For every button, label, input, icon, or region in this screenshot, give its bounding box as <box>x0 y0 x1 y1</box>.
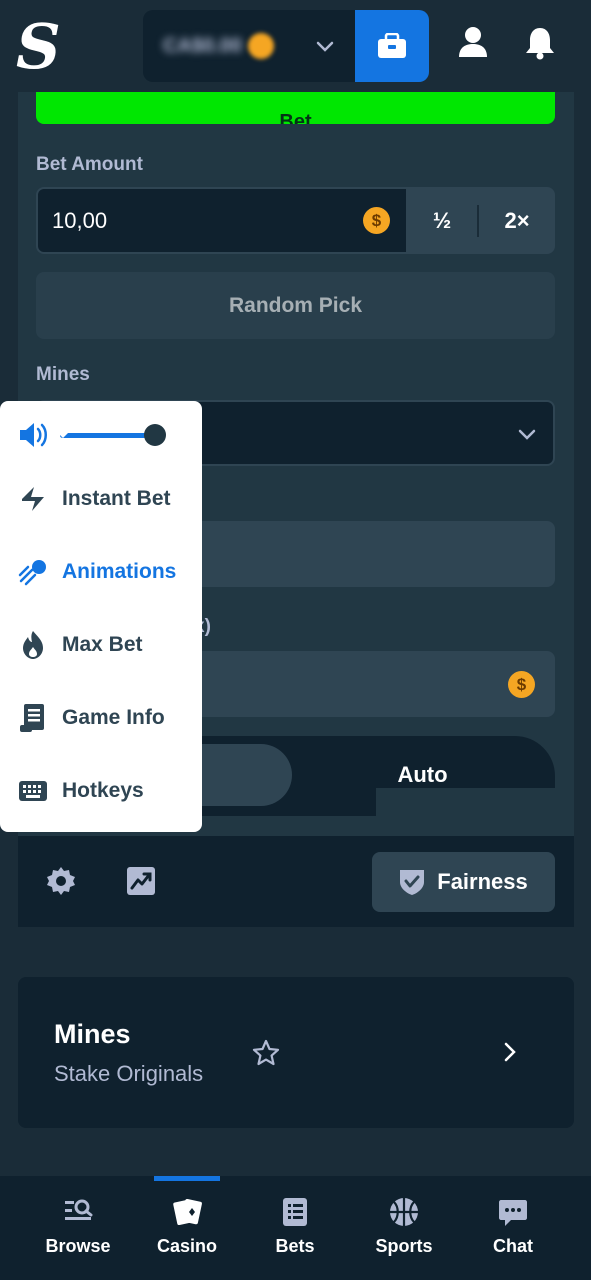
bottom-nav: Browse Casino Bets Sports Chat <box>0 1176 591 1280</box>
nav-active-indicator <box>154 1176 220 1181</box>
game-title: Mines <box>54 1019 131 1049</box>
half-bet-button[interactable]: ½ <box>406 187 478 254</box>
bet-amount-label: Bet Amount <box>36 154 143 175</box>
popup-arrow <box>53 428 73 438</box>
bet-amount-value: 10,00 <box>52 207 108 233</box>
game-subtitle: Stake Originals <box>54 1061 204 1086</box>
menu-item-game-info[interactable]: Game Info <box>18 698 202 738</box>
currency-coin-icon: $ <box>363 207 390 234</box>
lightning-icon <box>22 487 44 511</box>
chart-icon[interactable] <box>126 866 156 896</box>
wallet-icon <box>378 33 406 58</box>
svg-text:S: S <box>16 14 61 78</box>
comet-icon <box>18 560 46 586</box>
volume-knob[interactable] <box>144 424 166 446</box>
game-info-card[interactable]: Mines Stake Originals <box>18 977 574 1128</box>
double-bet-button[interactable]: 2× <box>479 187 555 254</box>
speaker-icon <box>20 423 47 447</box>
bet-amount-input[interactable]: 10,00 $ <box>38 189 406 252</box>
keyboard-icon <box>19 781 47 801</box>
wallet-button[interactable] <box>355 10 429 82</box>
settings-popup: Instant Bet Animations Max Bet Game Info <box>0 401 202 832</box>
volume-slider[interactable] <box>18 421 188 449</box>
bet-amount-group: 10,00 $ ½ 2× <box>36 187 555 254</box>
mines-label: Mines <box>36 364 90 385</box>
bell-icon[interactable] <box>525 26 555 60</box>
shield-check-icon <box>400 870 425 895</box>
menu-item-animations[interactable]: Animations <box>18 552 202 592</box>
bets-icon <box>283 1198 307 1226</box>
volume-track[interactable] <box>60 433 152 438</box>
stake-logo[interactable]: S <box>14 14 62 78</box>
nav-item-chat[interactable]: Chat <box>463 1196 563 1276</box>
wallet-balance: CA$0.00 <box>163 34 242 57</box>
cards-icon <box>173 1198 202 1226</box>
fairness-button[interactable]: Fairness <box>372 852 555 912</box>
chat-icon <box>499 1200 527 1226</box>
nav-item-sports[interactable]: Sports <box>354 1196 454 1276</box>
nav-item-bets[interactable]: Bets <box>245 1196 345 1276</box>
mode-toggle-mask <box>376 788 555 816</box>
menu-item-hotkeys[interactable]: Hotkeys <box>18 771 202 811</box>
chevron-down-icon <box>518 429 536 440</box>
chevron-right-icon[interactable] <box>502 1041 518 1063</box>
menu-item-max-bet[interactable]: Max Bet <box>18 625 202 665</box>
basketball-icon <box>390 1198 418 1226</box>
game-footer-bar: Fairness <box>18 836 574 927</box>
nav-item-browse[interactable]: Browse <box>28 1196 128 1276</box>
user-icon[interactable] <box>458 26 488 58</box>
scroll-icon <box>20 704 44 732</box>
random-pick-button[interactable]: Random Pick <box>36 272 555 339</box>
chevron-down-icon <box>316 41 334 52</box>
currency-coin-icon <box>247 33 274 59</box>
top-bar: S CA$0.00 <box>0 0 591 92</box>
menu-item-instant-bet[interactable]: Instant Bet <box>18 479 202 519</box>
wallet-selector[interactable]: CA$0.00 <box>143 10 357 82</box>
flame-icon <box>23 631 43 659</box>
star-icon[interactable] <box>252 1039 280 1067</box>
nav-item-casino[interactable]: Casino <box>137 1196 237 1276</box>
browse-icon <box>65 1199 93 1220</box>
currency-coin-icon: $ <box>508 671 535 698</box>
gear-icon[interactable] <box>46 866 76 896</box>
